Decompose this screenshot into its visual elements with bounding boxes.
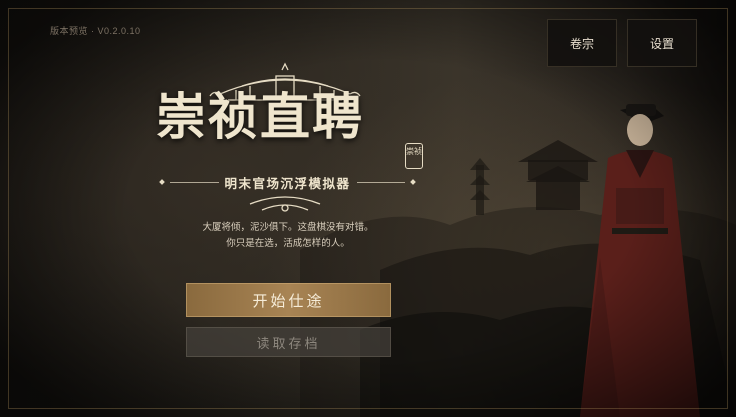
subtitle-rule-left [170,181,219,183]
version-label: 版本预览 · V0.2.0.10 [50,26,141,36]
subtitle-row: 明末官场沉浮模拟器 [159,172,416,192]
tagline-line-1: 大厦将倾，泥沙俱下。这盘棋没有对错。 [202,222,374,233]
subtitle-rule-right [356,181,406,183]
archive-button[interactable]: 卷宗 [547,19,617,67]
game-title: 崇祯直聘 [156,87,364,146]
subtitle-dot-right [410,179,416,185]
official-figure-illustration [580,104,700,417]
game-subtitle: 明末官场沉浮模拟器 [224,175,351,191]
settings-button[interactable]: 设置 [627,19,697,67]
subtitle-dot-left [159,179,165,185]
pagoda-silhouette [470,158,490,215]
start-career-button[interactable]: 开始仕途 [186,283,391,317]
seal-stamp: 崇祯 [405,143,423,169]
tagline-line-2: 你只是在选，活成怎样的人。 [226,238,350,249]
load-save-button[interactable]: 读取存档 [186,327,391,357]
